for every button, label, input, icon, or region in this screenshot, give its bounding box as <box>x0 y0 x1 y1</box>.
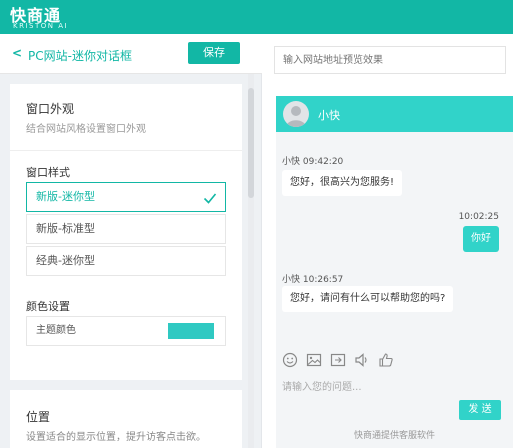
emoji-icon[interactable] <box>282 352 298 368</box>
agent-name: 小快 <box>318 109 340 122</box>
scrollbar-thumb[interactable] <box>248 88 254 198</box>
top-bar: 快商通 KRISTON AI <box>0 0 513 34</box>
style-option-new-standard[interactable]: 新版-标准型 <box>26 214 226 244</box>
message-meta: 小快 10:26:57 <box>282 275 344 285</box>
file-icon[interactable] <box>330 352 346 368</box>
thumbs-up-icon[interactable] <box>378 352 394 368</box>
send-button[interactable]: 发 送 <box>459 400 501 420</box>
style-option-new-mini[interactable]: 新版-迷你型 <box>26 182 226 212</box>
save-button[interactable]: 保存 <box>188 42 240 64</box>
position-card: 位置 设置适合的显示位置，提升访客点击欲。 <box>10 390 242 448</box>
style-option-classic-mini[interactable]: 经典-迷你型 <box>26 246 226 276</box>
theme-color-label: 主题颜色 <box>36 325 76 336</box>
style-option-label: 经典-迷你型 <box>36 254 95 267</box>
theme-color-row: 主题颜色 <box>26 316 226 346</box>
appearance-subtitle: 结合网站风格设置窗口外观 <box>26 124 146 135</box>
scrollbar[interactable] <box>248 74 254 448</box>
position-subtitle: 设置适合的显示位置，提升访客点击欲。 <box>26 432 206 443</box>
settings-panel: < PC网站-迷你对话框 保存 窗口外观 结合网站风格设置窗口外观 窗口样式 新… <box>0 34 262 448</box>
message-bubble: 你好 <box>463 226 499 252</box>
theme-color-swatch[interactable] <box>168 323 214 339</box>
message-meta: 10:02:25 <box>458 212 499 222</box>
style-option-label: 新版-迷你型 <box>36 190 95 203</box>
position-title: 位置 <box>26 410 51 424</box>
avatar <box>283 101 309 127</box>
user-avatar-icon <box>286 106 306 127</box>
message-meta: 小快 09:42:20 <box>282 157 344 167</box>
color-settings-label: 颜色设置 <box>26 300 70 313</box>
chat-preview: 小快 小快 09:42:20 您好，很高兴为您服务! 10:02:25 你好 小… <box>276 96 513 448</box>
settings-header: < PC网站-迷你对话框 保存 <box>0 34 262 74</box>
page-title: PC网站-迷你对话框 <box>28 49 132 63</box>
preview-url-input[interactable] <box>274 46 506 74</box>
logo-subtext: KRISTON AI <box>13 22 69 30</box>
preview-panel: 小快 小快 09:42:20 您好，很高兴为您服务! 10:02:25 你好 小… <box>262 34 513 448</box>
message-bubble: 您好，请问有什么可以帮助您的吗? <box>282 286 454 312</box>
chat-input[interactable]: 请输入您的问题... <box>282 378 362 393</box>
message-bubble: 您好，很高兴为您服务! <box>282 170 403 196</box>
image-icon[interactable] <box>306 352 322 368</box>
voice-icon[interactable] <box>354 352 370 368</box>
style-option-label: 新版-标准型 <box>36 222 95 235</box>
check-icon <box>203 193 217 204</box>
divider <box>10 150 242 151</box>
chat-footer: 快商通提供客服软件 <box>353 431 435 441</box>
chat-header: 小快 <box>276 96 513 132</box>
appearance-card: 窗口外观 结合网站风格设置窗口外观 窗口样式 新版-迷你型 新版-标准型 经典-… <box>10 84 242 380</box>
appearance-title: 窗口外观 <box>26 102 75 116</box>
window-style-label: 窗口样式 <box>26 166 70 179</box>
back-chevron-icon[interactable]: < <box>12 46 22 60</box>
